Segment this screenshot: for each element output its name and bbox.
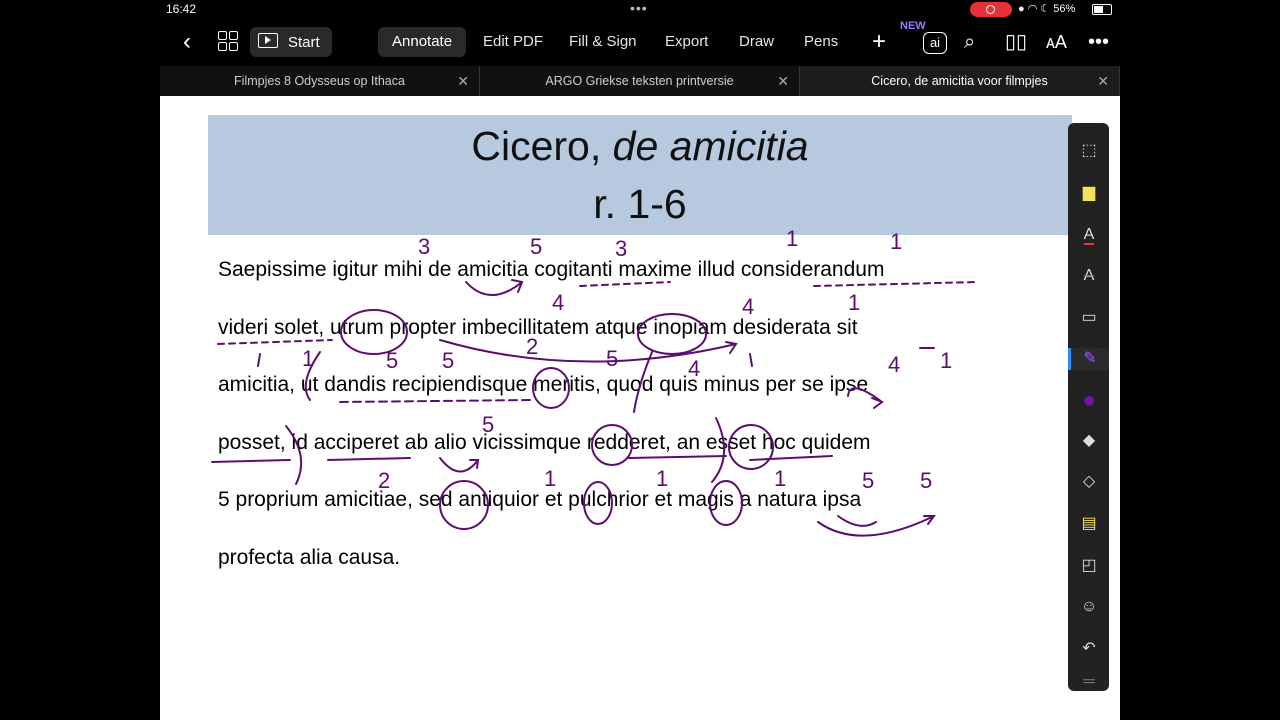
annotation-number: 1	[848, 290, 860, 315]
annotation-underline	[217, 339, 333, 345]
annotation-circle	[728, 424, 774, 470]
annotation-number: 5	[442, 348, 454, 373]
tab-export[interactable]: Export	[651, 27, 722, 57]
lasso-eraser-icon[interactable]: ◇	[1078, 471, 1100, 493]
annotation-arrow	[847, 387, 885, 409]
annotation-slash	[257, 347, 935, 367]
annotation-number: 4	[742, 294, 754, 319]
annotation-circle	[532, 367, 570, 409]
doc-tab-label: Filmpjes 8 Odysseus op Ithaca	[234, 74, 405, 88]
eraser-icon[interactable]: ◆	[1078, 430, 1100, 452]
annotation-number: 5	[482, 412, 494, 437]
grid-icon[interactable]	[218, 31, 240, 53]
annotation-arrow	[817, 515, 936, 537]
annotation-circle	[439, 480, 489, 530]
drag-handle-icon[interactable]: ═	[1078, 671, 1100, 693]
annotation-circle	[591, 424, 633, 466]
annotation-circle	[709, 480, 743, 526]
tab-draw[interactable]: Draw	[725, 27, 788, 57]
presentation-icon	[258, 33, 278, 48]
annotation-slash	[285, 425, 303, 485]
annotation-number: 1	[774, 466, 786, 491]
annotation-number: 5	[606, 346, 618, 371]
annotation-underline	[579, 281, 979, 287]
ai-button[interactable]: ai	[923, 32, 947, 54]
add-icon[interactable]: +	[872, 29, 886, 55]
back-chevron-icon[interactable]: ‹	[172, 28, 202, 58]
annotation-number: 5	[862, 468, 874, 493]
pdf-page[interactable]: Cicero, de amicitia r. 1-6 Saepissime ig…	[160, 96, 1120, 720]
annotation-number: 1	[890, 229, 902, 254]
annotation-number: 2	[378, 468, 390, 493]
multitask-dots-icon[interactable]: •••	[630, 0, 648, 16]
annotation-number: 2	[526, 334, 538, 359]
close-icon[interactable]: ✕	[777, 66, 789, 96]
annotation-number: 1	[940, 348, 952, 373]
more-icon[interactable]: •••	[1088, 30, 1109, 54]
text-box-icon[interactable]: ▭	[1078, 307, 1100, 329]
annotation-number: 5	[530, 234, 542, 259]
start-presentation-button[interactable]: Start	[250, 27, 332, 57]
strikethrough-icon[interactable]: A	[1078, 265, 1100, 287]
tab-fill-sign[interactable]: Fill & Sign	[555, 27, 651, 57]
tab-edit-pdf[interactable]: Edit PDF	[469, 27, 557, 57]
annotation-circle	[340, 309, 408, 355]
annotation-number: 5	[920, 468, 932, 493]
annotation-arrow	[465, 279, 524, 296]
annotation-number: 4	[688, 356, 700, 381]
annotation-number: 3	[615, 236, 627, 261]
annotation-number: 4	[888, 352, 900, 377]
tab-pens[interactable]: Pens	[790, 27, 852, 57]
shapes-icon[interactable]: ◰	[1078, 555, 1100, 577]
annotation-arrow	[837, 515, 877, 527]
comment-icon[interactable]: ▤	[1078, 513, 1100, 535]
annotation-slash	[711, 417, 726, 483]
search-icon[interactable]: ⌕	[964, 30, 975, 54]
underline-text-icon[interactable]: A	[1078, 224, 1100, 246]
document-tabs: Filmpjes 8 Odysseus op Ithaca ✕ ARGO Gri…	[160, 66, 1120, 96]
annotation-number: 1	[786, 226, 798, 251]
battery-icon	[1092, 4, 1112, 15]
annotation-circle	[583, 481, 613, 525]
reading-mode-icon[interactable]: ▯▯	[1005, 30, 1027, 54]
undo-icon[interactable]: ↶	[1078, 638, 1100, 660]
doc-tab-2[interactable]: ARGO Griekse teksten printversie ✕	[480, 66, 800, 96]
annotation-arrow	[439, 457, 480, 473]
battery-percent: 56%	[1053, 3, 1076, 15]
sticker-icon[interactable]: ☺	[1078, 596, 1100, 618]
close-icon[interactable]: ✕	[457, 66, 469, 96]
annotation-number: 3	[418, 234, 430, 259]
doc-tab-3[interactable]: Cicero, de amicitia voor filmpjes ✕	[800, 66, 1120, 96]
new-badge: NEW	[900, 20, 926, 32]
annotation-underline	[339, 399, 533, 403]
doc-tab-label: Cicero, de amicitia voor filmpjes	[871, 74, 1048, 88]
close-icon[interactable]: ✕	[1097, 66, 1109, 96]
highlight-icon[interactable]: ▆	[1078, 182, 1100, 204]
status-icons: ● ◠ ☾ 56%	[1018, 3, 1076, 15]
pen-icon[interactable]: ✎	[1068, 348, 1109, 370]
annotation-circle	[637, 313, 707, 355]
annotation-slash	[633, 351, 653, 413]
annotation-number: 1	[302, 346, 314, 371]
annotation-number: 1	[656, 466, 668, 491]
doc-tab-1[interactable]: Filmpjes 8 Odysseus op Ithaca ✕	[160, 66, 480, 96]
annotation-number: 1	[544, 466, 556, 491]
handwritten-annotations: 3 5 3 1 1 4 4 1 5 5 2 5 4 4 1 1 5 2 1 1 …	[211, 226, 979, 537]
doc-tab-label: ARGO Griekse teksten printversie	[545, 74, 734, 88]
text-size-icon[interactable]: ᴀA	[1046, 30, 1067, 54]
annotation-underline	[327, 455, 833, 461]
annotation-underline	[211, 459, 291, 463]
annotation-number: 4	[552, 290, 564, 315]
color-picker-icon[interactable]: ●	[1078, 389, 1100, 411]
start-label: Start	[288, 34, 320, 51]
screen-recording-icon[interactable]	[970, 2, 1012, 17]
tab-annotate[interactable]: Annotate	[378, 27, 467, 57]
select-area-icon[interactable]: ⬚	[1078, 140, 1100, 162]
annotation-tools-panel: ⬚ ▆ A A ▭ ✎ ● ◆ ◇ ▤ ◰ ☺ ↶ ═	[1068, 123, 1109, 691]
status-bar: 16:42 ••• ● ◠ ☾ 56%	[0, 0, 1280, 20]
status-time: 16:42	[166, 2, 197, 16]
